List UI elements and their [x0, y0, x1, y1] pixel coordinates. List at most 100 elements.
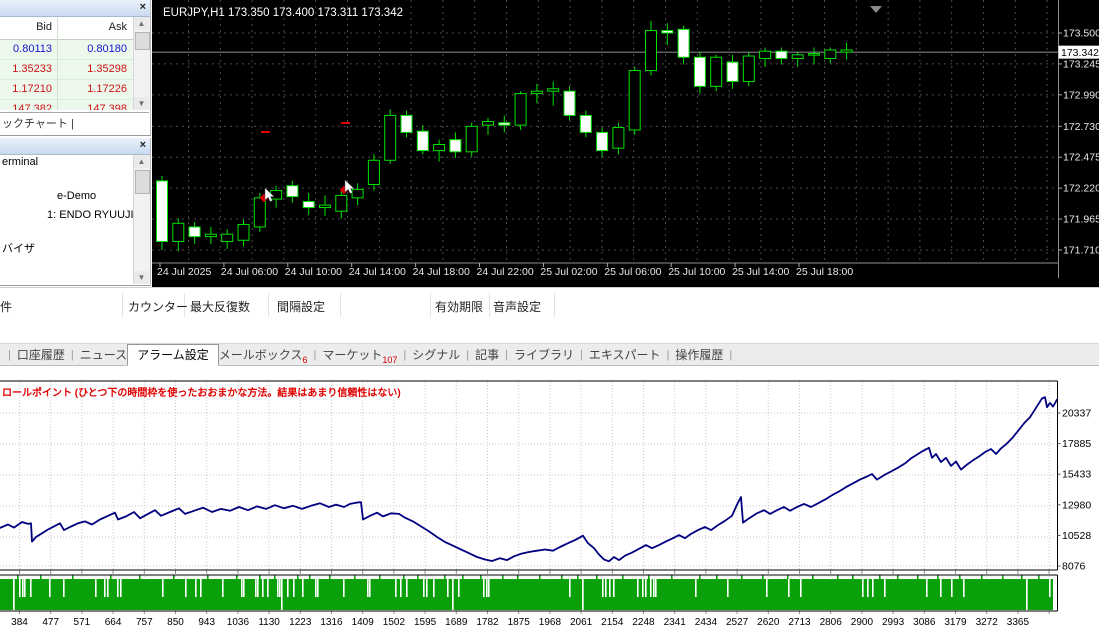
volume-gap — [940, 579, 942, 597]
alarm-column-header[interactable]: カウンター — [128, 298, 188, 315]
tab-separator: | — [660, 344, 675, 365]
sell-marker-icon — [341, 122, 350, 124]
time-axis-label: 24 Jul 2025 — [157, 266, 211, 278]
close-icon[interactable]: × — [140, 139, 146, 152]
trade-axis-label: 2993 — [882, 617, 905, 628]
volume-gap — [13, 579, 15, 610]
close-icon[interactable]: × — [140, 1, 146, 14]
time-axis-label: 25 Jul 06:00 — [604, 266, 661, 278]
tab-separator: | — [460, 344, 475, 365]
trade-axis-label: 850 — [167, 617, 184, 628]
scroll-up-icon[interactable]: ▲ — [134, 155, 149, 168]
scrollbar-thumb[interactable] — [135, 32, 150, 50]
volume-gap — [605, 579, 607, 597]
navigator-item[interactable]: e-Demo — [57, 190, 96, 202]
market-watch-scrollbar[interactable]: ▲ ▼ — [133, 17, 150, 110]
sell-marker-icon — [261, 131, 270, 133]
trade-axis-label: 1130 — [258, 617, 280, 628]
candle-body — [776, 51, 787, 58]
alarm-column-header[interactable]: 最大反復数 — [190, 298, 250, 315]
tab-6[interactable]: シグナル — [412, 344, 460, 365]
tester-chart[interactable]: 2033717885154331298010528807638447757166… — [0, 376, 1099, 634]
balance-axis-label: 10528 — [1062, 530, 1091, 542]
volume-gap — [49, 579, 51, 597]
volume-gap — [569, 579, 571, 597]
tab-4[interactable]: メールボックス6 — [219, 344, 308, 365]
candle-body — [613, 128, 624, 149]
volume-gap — [695, 579, 697, 597]
alarm-column-header[interactable]: 条件 — [0, 298, 12, 315]
tab-10[interactable]: 操作履歴 — [675, 344, 723, 365]
tab-9[interactable]: エキスパート — [589, 344, 661, 365]
tab-1[interactable]: 口座履歴 — [17, 344, 65, 365]
volume-gap — [867, 579, 869, 597]
volume-gap — [951, 579, 953, 597]
volume-gap — [287, 579, 289, 597]
tab-8[interactable]: ライブラリ — [514, 344, 574, 365]
candle-body — [678, 29, 689, 57]
bid-column-header[interactable]: Bid — [0, 21, 52, 33]
tab-5[interactable]: マーケット107 — [322, 344, 397, 365]
market-watch-row[interactable]: 1.352331.35298 — [0, 60, 133, 80]
candle-body — [450, 140, 461, 152]
scroll-down-icon[interactable]: ▼ — [134, 271, 149, 284]
volume-gap — [241, 579, 243, 597]
candle-body — [368, 160, 379, 184]
tick-chart-tab[interactable]: ックチャート | — [2, 115, 74, 131]
candle-body — [157, 181, 168, 242]
alarm-column-header[interactable]: 間隔設定 — [277, 298, 325, 315]
column-divider — [57, 17, 58, 110]
volume-gap — [22, 579, 24, 597]
scroll-up-icon[interactable]: ▲ — [134, 17, 149, 30]
volume-gap — [95, 579, 97, 597]
alarm-column-header[interactable]: 有効期限 — [435, 298, 483, 315]
trade-axis-label: 571 — [74, 617, 91, 628]
price-axis-label: 173.245 — [1063, 58, 1099, 70]
candle-body — [711, 57, 722, 86]
volume-gap — [24, 579, 26, 597]
navigator-item[interactable]: バイザ — [2, 240, 35, 256]
tab-3[interactable]: アラーム設定 — [127, 344, 219, 366]
tab-2[interactable]: ニュース — [80, 344, 127, 365]
tester-note: ロールポイント (ひとつ下の時間枠を使ったおおまかな方法。結果はあまり信頼性はな… — [2, 384, 401, 399]
volume-gap — [872, 579, 874, 597]
volume-gap — [800, 579, 802, 597]
header-separator — [122, 293, 123, 317]
navigator-scrollbar[interactable]: ▲ ▼ — [133, 155, 150, 284]
volume-gap — [609, 579, 611, 597]
time-axis-label: 25 Jul 14:00 — [732, 266, 789, 278]
candle-body — [238, 225, 249, 241]
scroll-down-icon[interactable]: ▼ — [134, 97, 149, 110]
market-watch-row[interactable]: 1.172101.17226 — [0, 80, 133, 100]
candle-body — [222, 234, 233, 241]
volume-gap — [281, 579, 283, 610]
candle-body — [646, 31, 657, 71]
navigator-titlebar: × — [0, 138, 150, 155]
trade-axis-label: 2620 — [757, 617, 780, 628]
market-watch-row[interactable]: 0.801130.80180 — [0, 40, 133, 60]
volume-gap — [650, 579, 652, 597]
price-axis-label: 172.220 — [1063, 183, 1099, 195]
volume-gap — [104, 579, 106, 597]
candle-body — [417, 131, 428, 150]
navigator-item[interactable]: erminal — [2, 156, 38, 168]
tab-badge: 107 — [382, 355, 397, 365]
tab-separator: | — [307, 344, 322, 365]
price-axis-label: 171.710 — [1063, 244, 1099, 256]
tab-7[interactable]: 記事 — [475, 344, 499, 365]
trade-axis-label: 1689 — [445, 617, 468, 628]
volume-gap — [257, 579, 259, 597]
candle-body — [287, 186, 298, 197]
trade-axis-label: 477 — [42, 617, 59, 628]
navigator-item[interactable]: 1: ENDO RYUUJI — [47, 209, 134, 221]
price-chart[interactable]: 173.500173.245172.990172.730172.475172.2… — [152, 0, 1099, 287]
ask-column-header[interactable]: Ask — [58, 21, 127, 33]
time-axis-label: 25 Jul 02:00 — [540, 266, 597, 278]
volume-gap — [19, 579, 21, 597]
alarm-column-header[interactable]: 音声設定 — [493, 298, 541, 315]
market-watch-row[interactable]: 147.382147.398 — [0, 100, 133, 110]
scrollbar-thumb[interactable] — [135, 170, 150, 194]
candle-body — [483, 121, 494, 125]
volume-gap — [406, 579, 408, 597]
trade-axis-label: 2900 — [851, 617, 874, 628]
